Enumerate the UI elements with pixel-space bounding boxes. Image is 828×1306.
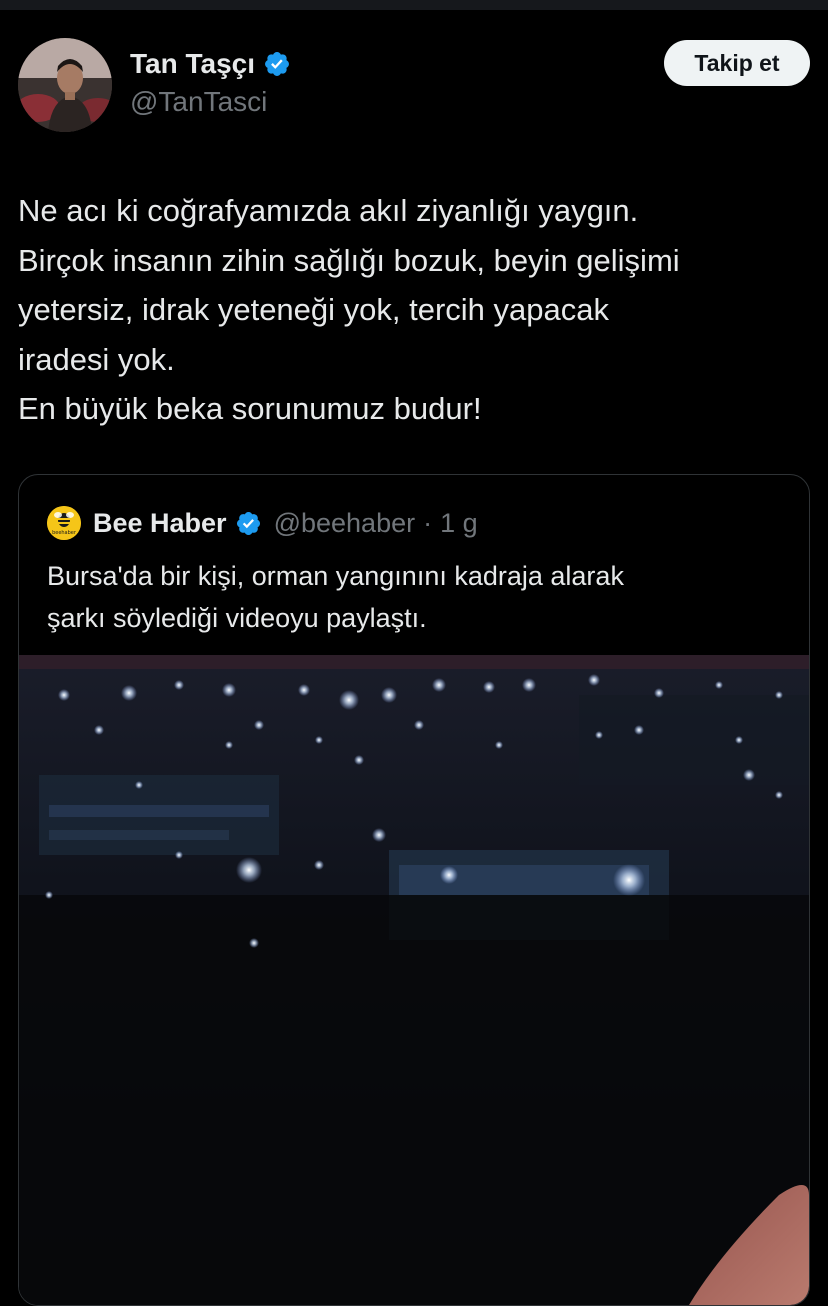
author-display-name[interactable]: Tan Taşçı — [130, 48, 255, 80]
bee-logo-icon[interactable]: beehaber — [47, 506, 81, 540]
author-handle[interactable]: @TanTasci — [130, 86, 267, 118]
separator-dot: · — [423, 507, 433, 538]
quoted-text-line: şarkı söylediği videoyu paylaştı. — [47, 603, 427, 633]
follow-button[interactable]: Takip et — [664, 40, 810, 86]
svg-text:beehaber: beehaber — [52, 530, 77, 536]
verified-badge-icon — [235, 510, 262, 537]
author-name-row: Tan Taşçı — [130, 46, 291, 82]
night-city-video-frame — [19, 655, 809, 1305]
quoted-tweet-time[interactable]: 1 g — [440, 508, 478, 539]
tweet-text-line: yetersiz, idrak yeteneği yok, tercih yap… — [18, 292, 609, 327]
profile-photo — [18, 38, 112, 132]
tweet-text-line: En büyük beka sorunumuz budur! — [18, 391, 482, 426]
video-thumbnail[interactable] — [19, 655, 809, 1305]
tweet-text: Ne acı ki coğrafyamızda akıl ziyanlığı y… — [18, 186, 808, 434]
verified-badge-icon — [263, 50, 291, 78]
tweet-header: Tan Taşçı @TanTasci Takip et — [18, 38, 810, 134]
quoted-tweet-card[interactable]: beehaber Bee Haber @beehaber · 1 g Bursa… — [18, 474, 810, 1306]
tweet-text-line: iradesi yok. — [18, 341, 175, 377]
author-avatar[interactable] — [18, 38, 112, 132]
top-status-strip — [0, 0, 828, 10]
quoted-author-handle[interactable]: @beehaber — [274, 508, 416, 539]
quoted-author-name[interactable]: Bee Haber — [93, 508, 227, 539]
quoted-text-line: Bursa'da bir kişi, orman yangınını kadra… — [47, 561, 624, 591]
quoted-tweet-text: Bursa'da bir kişi, orman yangınını kadra… — [47, 555, 787, 639]
tweet-text-line: Birçok insanın zihin sağlığı bozuk, beyi… — [18, 242, 680, 278]
quoted-tweet-header: beehaber Bee Haber @beehaber · 1 g — [47, 505, 478, 541]
tweet-text-line: Ne acı ki coğrafyamızda akıl ziyanlığı y… — [18, 193, 639, 228]
